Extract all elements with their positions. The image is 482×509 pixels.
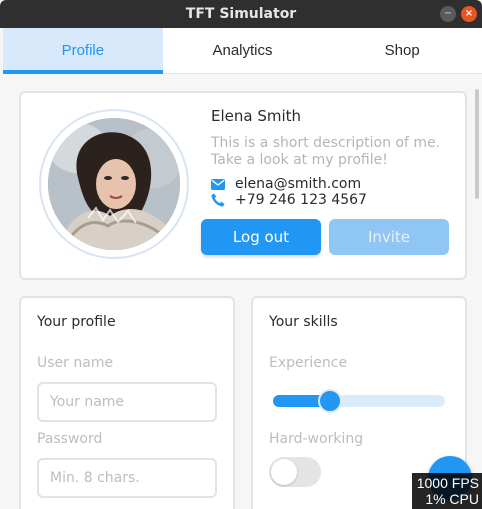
- tab-shop[interactable]: Shop: [322, 28, 482, 73]
- logout-button[interactable]: Log out: [201, 219, 321, 255]
- minimize-button[interactable]: −: [440, 6, 456, 22]
- phone-icon: [211, 193, 227, 207]
- profile-page: Elena Smith This is a short description …: [3, 75, 482, 509]
- switch-knob: [271, 459, 297, 485]
- window-title: TFT Simulator: [185, 6, 297, 22]
- tab-bar: Profile Analytics Shop: [3, 28, 482, 74]
- hardworking-label: Hard-working: [269, 431, 364, 447]
- avatar-photo-drawing: [48, 118, 180, 250]
- close-button[interactable]: ×: [461, 6, 477, 22]
- invite-button[interactable]: Invite: [329, 219, 449, 255]
- minimize-icon: −: [443, 8, 453, 19]
- fps-readout: 1000 FPS: [416, 475, 479, 491]
- password-label: Password: [37, 431, 103, 447]
- username-input[interactable]: Your name: [37, 382, 217, 422]
- experience-slider-knob[interactable]: [318, 389, 342, 413]
- tab-analytics[interactable]: Analytics: [163, 28, 323, 73]
- email-text: elena@smith.com: [235, 176, 362, 192]
- scrollbar[interactable]: [475, 89, 479, 199]
- your-profile-title: Your profile: [37, 314, 116, 330]
- your-profile-card: Your profile User name Your name Passwor…: [19, 296, 235, 509]
- profile-card: Elena Smith This is a short description …: [19, 91, 467, 280]
- title-bar: TFT Simulator − ×: [0, 0, 482, 28]
- avatar-photo: [48, 118, 180, 250]
- your-skills-title: Your skills: [269, 314, 338, 330]
- profile-name: Elena Smith: [211, 107, 302, 125]
- tab-profile[interactable]: Profile: [3, 28, 163, 74]
- close-icon: ×: [464, 8, 474, 19]
- hardworking-switch[interactable]: [269, 457, 321, 487]
- username-label: User name: [37, 355, 114, 371]
- phone-text: +79 246 123 4567: [235, 192, 367, 208]
- avatar: [39, 109, 189, 259]
- cpu-readout: 1% CPU: [425, 491, 479, 507]
- experience-label: Experience: [269, 355, 348, 371]
- email-row: elena@smith.com: [211, 176, 361, 192]
- experience-slider[interactable]: [273, 389, 445, 413]
- profile-description: This is a short description of me. Take …: [211, 135, 441, 168]
- performance-monitor: 1000 FPS 1% CPU: [412, 473, 482, 509]
- email-icon: [211, 177, 227, 191]
- phone-row: +79 246 123 4567: [211, 192, 367, 208]
- password-input[interactable]: Min. 8 chars.: [37, 458, 217, 498]
- app-window: TFT Simulator − × Profile Analytics Shop: [0, 0, 482, 509]
